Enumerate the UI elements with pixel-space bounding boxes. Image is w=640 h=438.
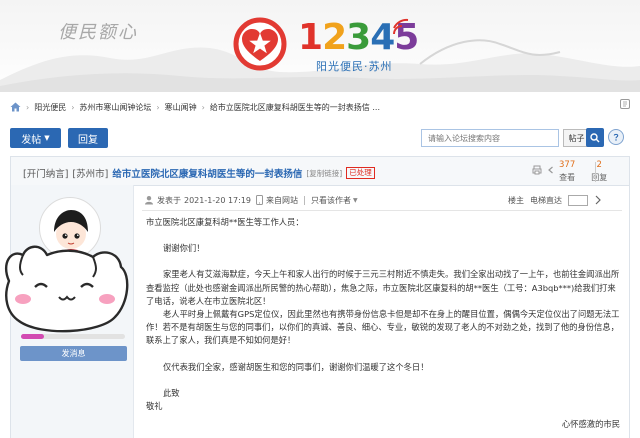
home-icon[interactable]: [10, 102, 21, 112]
reply-button[interactable]: 回复: [68, 128, 108, 148]
breadcrumb-forum-link[interactable]: 苏州市寒山闻钟论坛: [79, 102, 151, 113]
prev-thread-icon[interactable]: [546, 165, 556, 175]
search-button[interactable]: [586, 128, 604, 147]
calligraphy-slogan: 便民额心: [58, 22, 138, 43]
body-paragraph-2: 老人平时身上佩戴有GPS定位仪，因此里然也有携带身份信息卡但是却不在身上的醒目位…: [146, 309, 620, 346]
go-arrow-icon[interactable]: [594, 195, 602, 205]
thread-title-bar: [开门纳言] [苏州市] 给市立医院北区康复科胡医生等的一封表扬信 [复制链接]…: [10, 156, 630, 186]
views-count: 377: [559, 160, 576, 170]
thread-category[interactable]: [开门纳言]: [23, 166, 68, 180]
post-body: 市立医院北区康复科胡**医生等工作人员： 谢谢你们！ 家里老人有艾滋海默症，今天…: [146, 216, 622, 413]
post-container: 发消息 发表于 2021-1-20 17:19 来自网站 只看该作者 ▼ 楼主 …: [4, 185, 630, 438]
author-only-link[interactable]: 只看该作者: [311, 195, 351, 206]
breadcrumb-board-link[interactable]: 寒山闻钟: [165, 102, 197, 113]
device-label: 来自网站: [266, 195, 298, 205]
replies-label: 回复: [591, 173, 608, 182]
replies-count: 2: [596, 160, 602, 170]
new-post-button[interactable]: 发帖 ▼: [10, 128, 61, 148]
mobile-icon: [256, 195, 263, 205]
rabbit-sticker-image: [4, 245, 129, 333]
print-icon[interactable]: [532, 165, 542, 175]
heart-star-logo-icon: [233, 17, 287, 71]
meta-divider: [304, 195, 305, 205]
post-content: 发表于 2021-1-20 17:19 来自网站 只看该作者 ▼ 楼主 电梯直达: [134, 185, 630, 438]
jump-label: 电梯直达: [530, 195, 562, 205]
floor-label: 楼主: [508, 195, 524, 205]
breadcrumb-separator-icon: ›: [156, 102, 160, 112]
help-button[interactable]: [608, 129, 624, 145]
greeting-line: 市立医院北区康复科胡**医生等工作人员：: [146, 217, 304, 227]
search-icon: [590, 132, 600, 142]
thread-title: 给市立医院北区康复科胡医生等的一封表扬信: [112, 169, 303, 180]
new-post-label: 发帖: [21, 134, 42, 146]
floor-nav: 楼主 电梯直达: [508, 194, 602, 206]
thanks-line: 谢谢你们！: [163, 243, 205, 254]
send-message-button[interactable]: 发消息: [20, 346, 127, 361]
posted-time: 2021-1-20 17:19: [184, 195, 251, 205]
chevron-down-icon: ▼: [44, 134, 50, 142]
body-paragraph-1: 家里老人有艾滋海默症，今天上午和家人出行的时候于三元三村附近不慎走失。我们全家出…: [146, 269, 620, 306]
meta-divider-line: [142, 210, 622, 211]
user-level-progress: [21, 334, 125, 339]
breadcrumb-separator-icon: ›: [26, 102, 30, 112]
breadcrumb-separator-icon: ›: [201, 102, 205, 112]
question-icon: [613, 133, 619, 141]
author-sidebar: 发消息: [4, 185, 134, 438]
copy-link-button[interactable]: [复制链接]: [306, 168, 342, 179]
floor-jump-input[interactable]: [568, 194, 588, 206]
views-label: 查看: [559, 173, 576, 182]
post-device: 来自网站: [256, 195, 298, 206]
post-time: 发表于 2021-1-20 17:19: [144, 195, 251, 206]
salute-line-2: 敬礼: [146, 401, 163, 412]
breadcrumb-current-thread: 给市立医院北区康复科胡医生等的一封表扬信 ...: [209, 102, 380, 112]
stats-divider: [595, 162, 596, 182]
logo-digit-1: 1: [298, 17, 323, 58]
breadcrumb-separator-icon: ›: [71, 102, 75, 112]
logo-subtitle: 阳光便民·苏州: [316, 60, 393, 73]
signal-wave-icon: [393, 18, 409, 35]
views-stat: 377 查看: [559, 160, 575, 183]
closing-line: 仅代表我们全家，感谢胡医生和您的同事们，谢谢你们温暖了这个冬日！: [163, 361, 429, 372]
breadcrumb: › 阳光便民 › 苏州市寒山闻钟论坛 › 寒山闻钟 › 给市立医院北区康复科胡医…: [10, 99, 380, 115]
replies-stat: 2 回复: [591, 160, 607, 183]
site-header: 便民额心 12345 阳光便民·苏州: [0, 0, 640, 92]
chevron-down-icon: ▼: [353, 196, 358, 204]
post-meta: 发表于 2021-1-20 17:19 来自网站 只看该作者 ▼ 楼主 电梯直达: [144, 193, 620, 207]
logo-digit-2: 2: [322, 17, 347, 58]
feed-icon[interactable]: [620, 99, 630, 109]
user-icon: [145, 196, 153, 205]
user-level-progress-fill: [21, 334, 44, 339]
thread-region[interactable]: [苏州市]: [72, 166, 108, 180]
logo-digit-3: 3: [346, 17, 371, 58]
action-toolbar: 发帖 ▼ 回复 帖子: [10, 128, 630, 150]
forum-search-input[interactable]: [421, 129, 559, 147]
breadcrumb-home-link[interactable]: 阳光便民: [34, 102, 66, 113]
salute-line-1: 此致: [163, 387, 180, 398]
posted-prefix: 发表于: [157, 195, 181, 205]
signature: 心怀感激的市民: [561, 419, 620, 429]
status-badge: 已处理: [346, 167, 375, 179]
